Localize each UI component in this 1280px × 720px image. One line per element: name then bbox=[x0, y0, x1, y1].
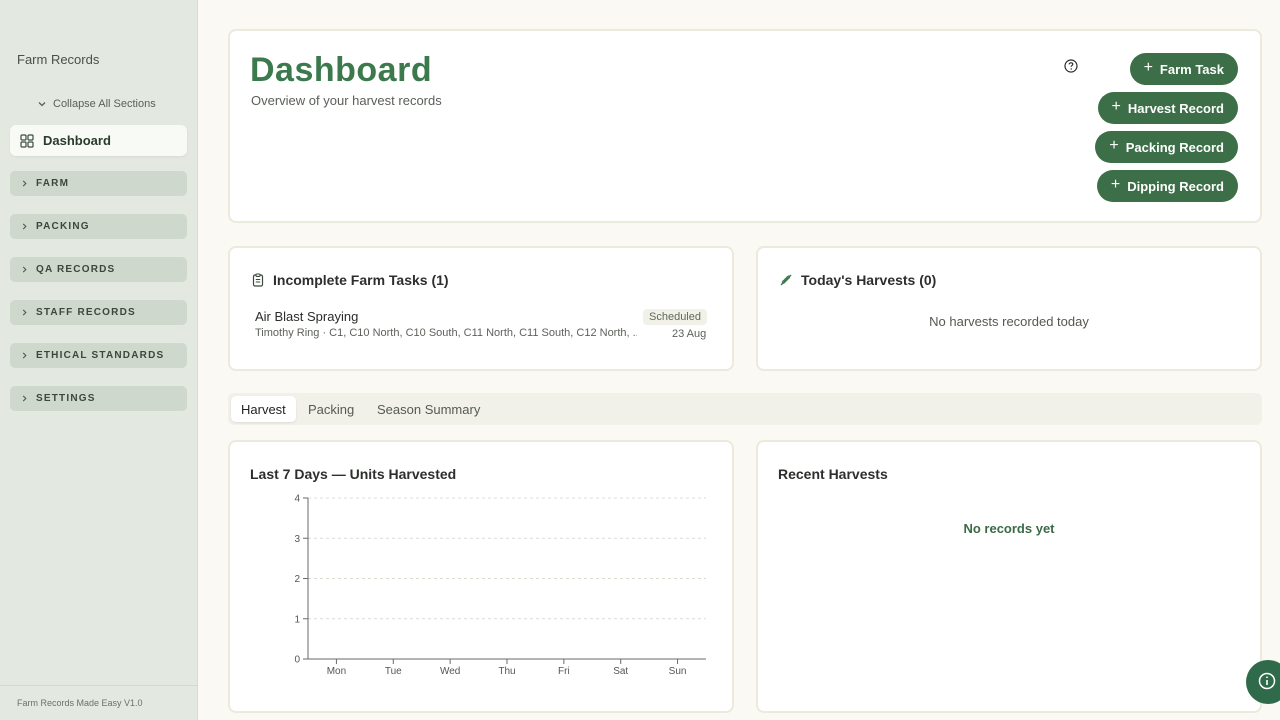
harvests-card-title: Today's Harvests (0) bbox=[779, 272, 936, 288]
x-tick-label: Wed bbox=[440, 666, 460, 677]
grid-icon bbox=[20, 133, 34, 148]
sidebar-section-packing[interactable]: PACKING bbox=[10, 214, 187, 239]
units-harvested-chart: 0 1 2 3 4 Mon Tue Wed Thu Fri Sat Sun bbox=[294, 494, 706, 677]
empty-harvests-message: No harvests recorded today bbox=[929, 314, 1089, 329]
tasks-title-text: Incomplete Farm Tasks (1) bbox=[273, 272, 449, 288]
units-harvested-chart-card: Last 7 Days — Units Harvested 0 1 2 3 4 Mon Tu… bbox=[228, 440, 734, 713]
add-farm-task-button[interactable]: + Farm Task bbox=[1129, 53, 1238, 85]
tab-season-summary[interactable]: Season Summary bbox=[367, 396, 490, 422]
todays-harvests-card: Today's Harvests (0) No harvests recorde… bbox=[756, 246, 1262, 371]
chevron-right-icon bbox=[22, 395, 27, 402]
y-tick-label: 1 bbox=[294, 614, 300, 625]
button-label: Dipping Record bbox=[1127, 178, 1224, 194]
sidebar-item-label: Dashboard bbox=[43, 133, 111, 148]
sidebar-section-label: PACKING bbox=[36, 221, 90, 232]
add-harvest-record-button[interactable]: + Harvest Record bbox=[1097, 92, 1238, 124]
y-tick-label: 3 bbox=[294, 534, 300, 545]
button-label: Farm Task bbox=[1159, 61, 1224, 77]
info-icon bbox=[1258, 672, 1276, 690]
sidebar-section-farm[interactable]: FARM bbox=[10, 171, 187, 196]
task-detail: Timothy Ring · C1, C10 North, C10 South,… bbox=[255, 327, 637, 339]
tab-harvest[interactable]: Harvest bbox=[231, 396, 296, 422]
help-icon[interactable] bbox=[1064, 59, 1078, 73]
sidebar-section-label: STAFF RECORDS bbox=[36, 307, 136, 318]
x-tick-label: Sun bbox=[669, 666, 687, 677]
x-tick-label: Sat bbox=[613, 666, 628, 677]
button-label: Packing Record bbox=[1125, 139, 1224, 155]
wheat-icon bbox=[780, 274, 792, 286]
add-packing-record-button[interactable]: + Packing Record bbox=[1095, 131, 1238, 163]
tab-packing[interactable]: Packing bbox=[298, 396, 364, 422]
plus-icon: + bbox=[1143, 59, 1153, 76]
x-tick-label: Thu bbox=[498, 666, 515, 677]
task-name: Air Blast Spraying bbox=[255, 309, 359, 324]
sidebar-section-qa-records[interactable]: QA RECORDS bbox=[10, 257, 187, 282]
sidebar-brand: Farm Records bbox=[17, 52, 100, 67]
y-tick-label: 0 bbox=[294, 655, 300, 666]
chevron-right-icon bbox=[22, 352, 27, 359]
tasks-card-title: Incomplete Farm Tasks (1) bbox=[251, 272, 449, 288]
sidebar: Farm Records Collapse All Sections Dashb… bbox=[0, 0, 198, 720]
sidebar-section-label: QA RECORDS bbox=[36, 264, 116, 275]
sidebar-section-label: FARM bbox=[36, 178, 70, 189]
records-tabs: Harvest Packing Season Summary bbox=[228, 393, 1262, 425]
empty-records-message: No records yet bbox=[963, 521, 1055, 536]
harvests-title-text: Today's Harvests (0) bbox=[801, 272, 937, 288]
sidebar-section-settings[interactable]: SETTINGS bbox=[10, 386, 187, 411]
recent-harvests-card: Recent Harvests No records yet bbox=[756, 440, 1262, 713]
page-title: Dashboard bbox=[250, 51, 433, 89]
incomplete-tasks-card: Incomplete Farm Tasks (1) Air Blast Spra… bbox=[228, 246, 734, 371]
version-footer: Farm Records Made Easy V1.0 bbox=[0, 685, 198, 720]
chevron-down-icon bbox=[38, 102, 46, 107]
sidebar-item-dashboard[interactable]: Dashboard bbox=[10, 125, 187, 156]
status-badge: Scheduled bbox=[643, 309, 707, 325]
collapse-all-label: Collapse All Sections bbox=[53, 98, 156, 110]
sidebar-section-label: SETTINGS bbox=[36, 393, 96, 404]
add-dipping-record-button[interactable]: + Dipping Record bbox=[1096, 170, 1238, 202]
plus-icon: + bbox=[1109, 137, 1119, 154]
chevron-right-icon bbox=[22, 309, 27, 316]
sidebar-section-ethical-standards[interactable]: ETHICAL STANDARDS bbox=[10, 343, 187, 368]
recent-harvests-title: Recent Harvests bbox=[778, 466, 888, 482]
y-tick-label: 2 bbox=[294, 574, 300, 585]
plus-icon: + bbox=[1111, 98, 1121, 115]
x-tick-label: Mon bbox=[327, 666, 346, 677]
x-tick-label: Tue bbox=[385, 666, 402, 677]
plus-icon: + bbox=[1110, 176, 1121, 193]
y-tick-label: 4 bbox=[294, 494, 300, 505]
x-tick-label: Fri bbox=[558, 666, 570, 677]
chevron-right-icon bbox=[22, 223, 27, 230]
dashboard-header-card: Dashboard Overview of your harvest recor… bbox=[228, 29, 1262, 223]
collapse-all-button[interactable]: Collapse All Sections bbox=[37, 98, 156, 110]
chevron-right-icon bbox=[22, 180, 27, 187]
task-date: 23 Aug bbox=[672, 328, 707, 340]
clipboard-icon bbox=[252, 273, 264, 287]
page-subtitle: Overview of your harvest records bbox=[251, 93, 442, 108]
sidebar-section-label: ETHICAL STANDARDS bbox=[36, 350, 165, 361]
sidebar-section-staff-records[interactable]: STAFF RECORDS bbox=[10, 300, 187, 325]
button-label: Harvest Record bbox=[1127, 100, 1224, 116]
chevron-right-icon bbox=[22, 266, 27, 273]
